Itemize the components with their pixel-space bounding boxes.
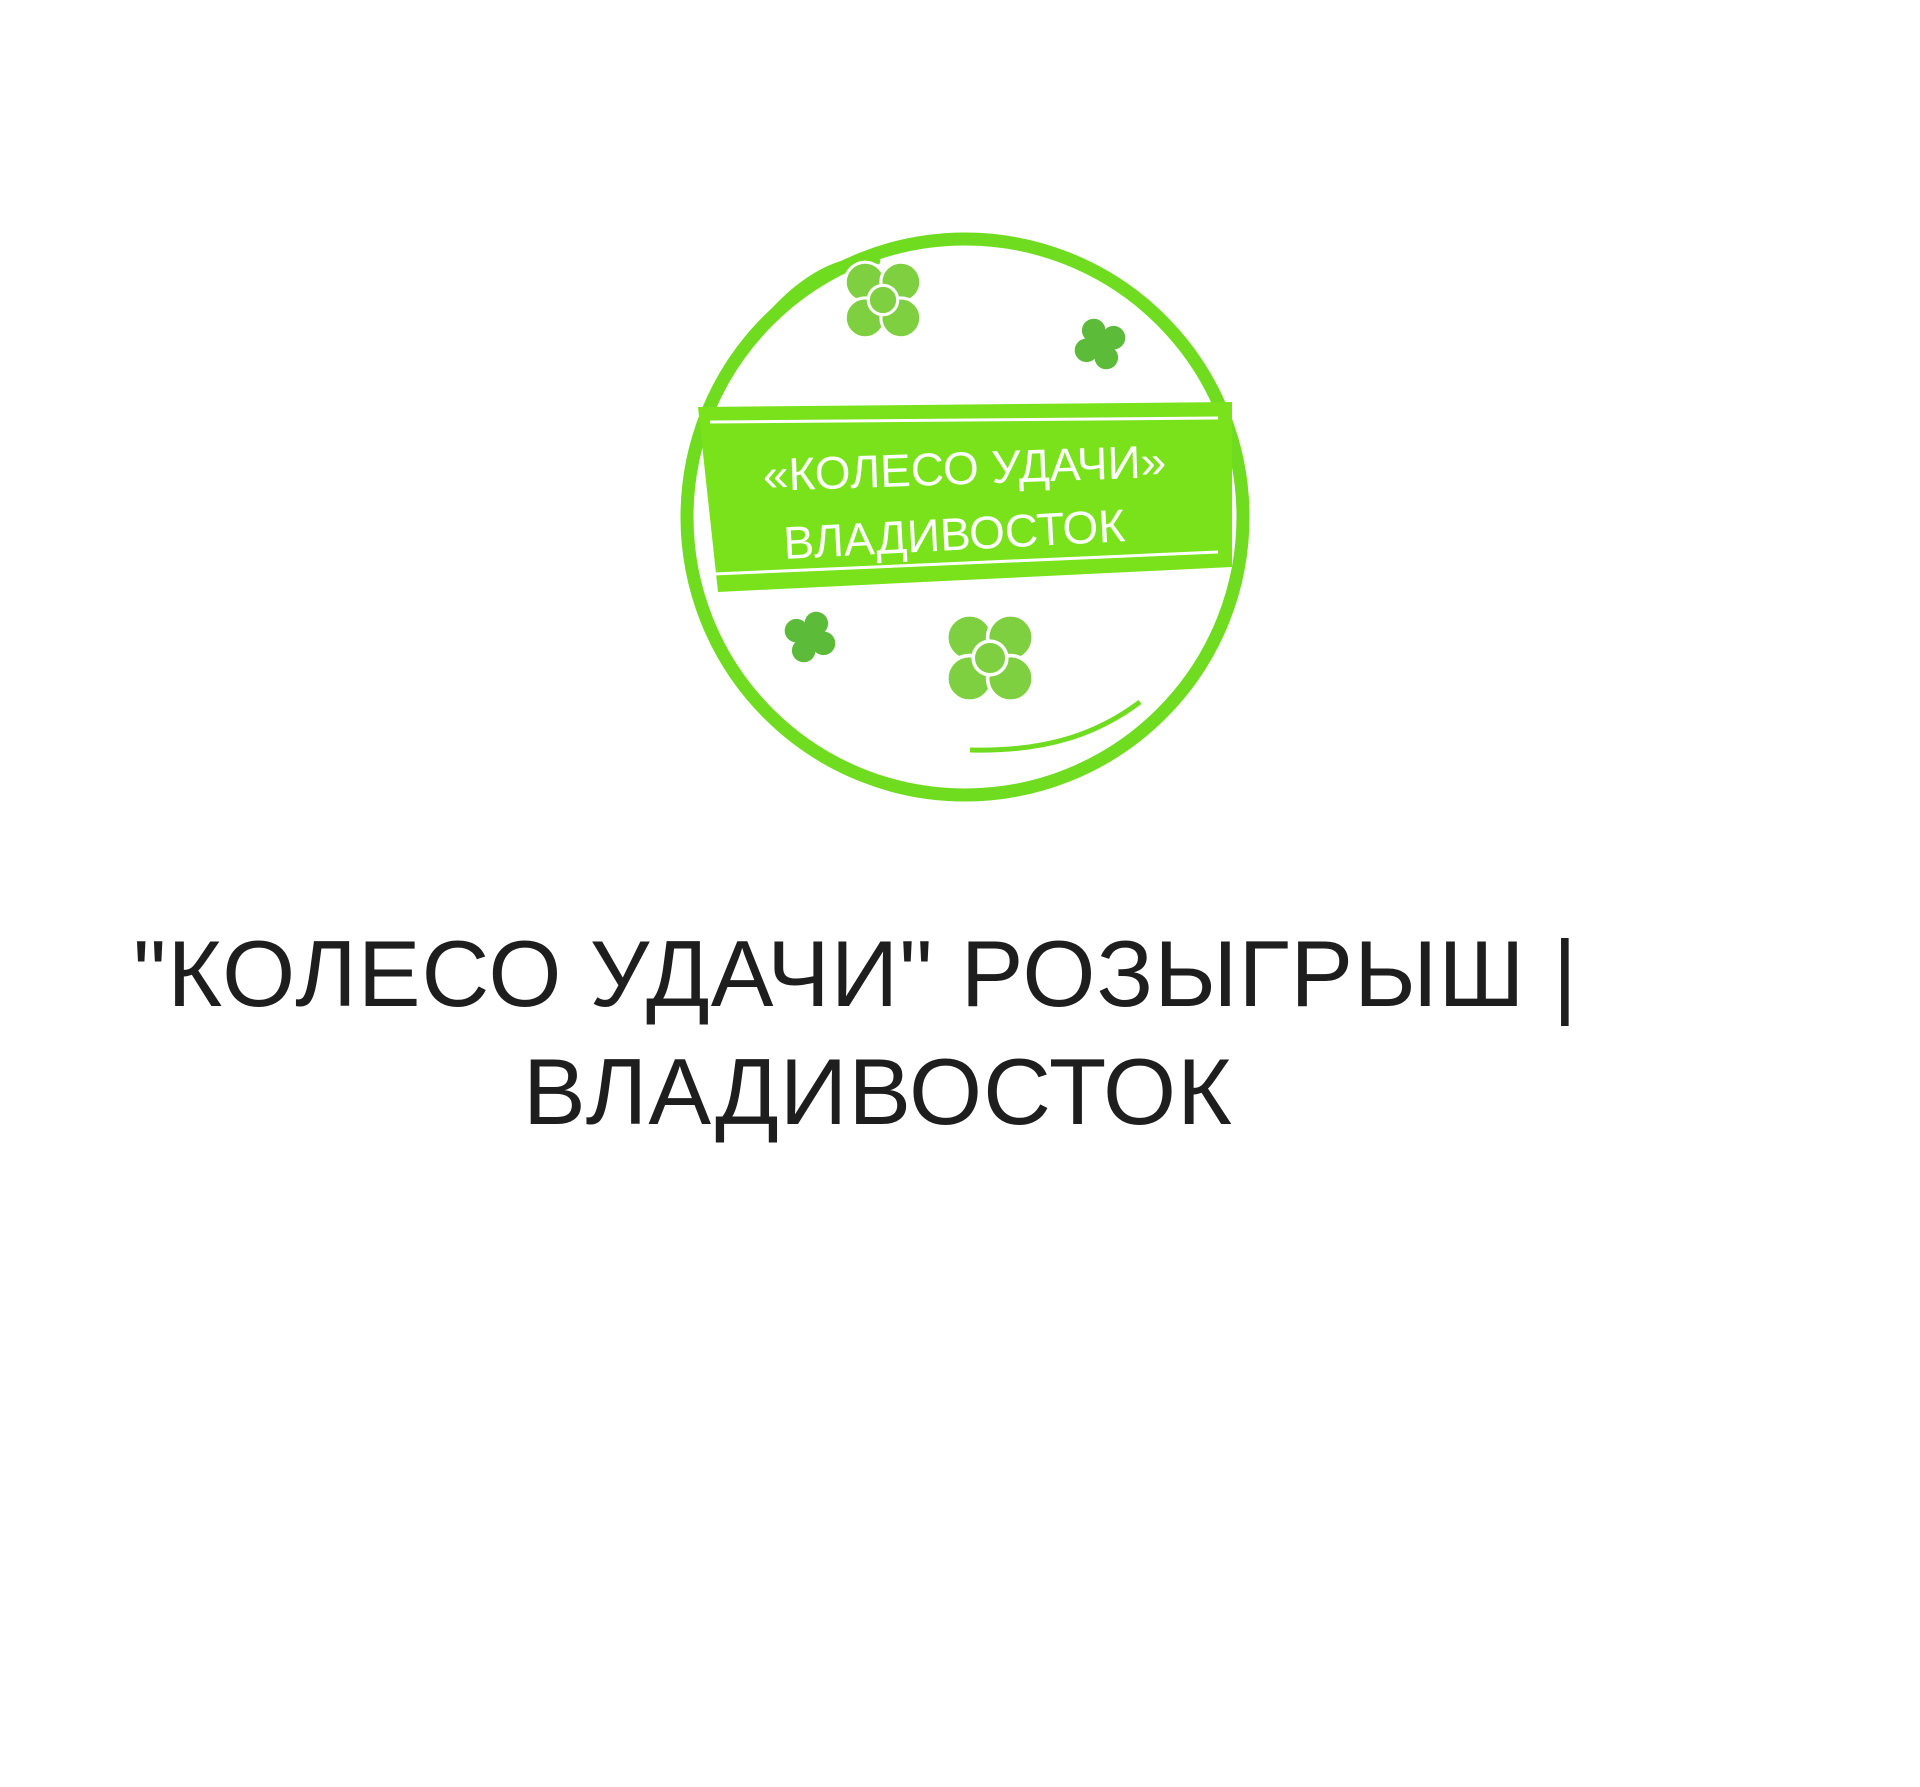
clover-icon xyxy=(781,608,839,666)
community-logo: «КОЛЕСО УДАЧИ» ВЛАДИВОСТОК xyxy=(670,222,1260,812)
logo-graphic: «КОЛЕСО УДАЧИ» ВЛАДИВОСТОК xyxy=(680,232,1250,802)
clover-icon xyxy=(843,260,923,340)
page-title-line1: "КОЛЕСО УДАЧИ" РОЗЫГРЫШ | xyxy=(133,921,1579,1026)
clover-icon xyxy=(1071,315,1129,373)
page-title: "КОЛЕСО УДАЧИ" РОЗЫГРЫШ | ВЛАДИВОСТОК xyxy=(0,915,1920,1151)
page-title-line2: ВЛАДИВОСТОК xyxy=(523,1039,1233,1144)
clover-icon xyxy=(944,612,1035,704)
